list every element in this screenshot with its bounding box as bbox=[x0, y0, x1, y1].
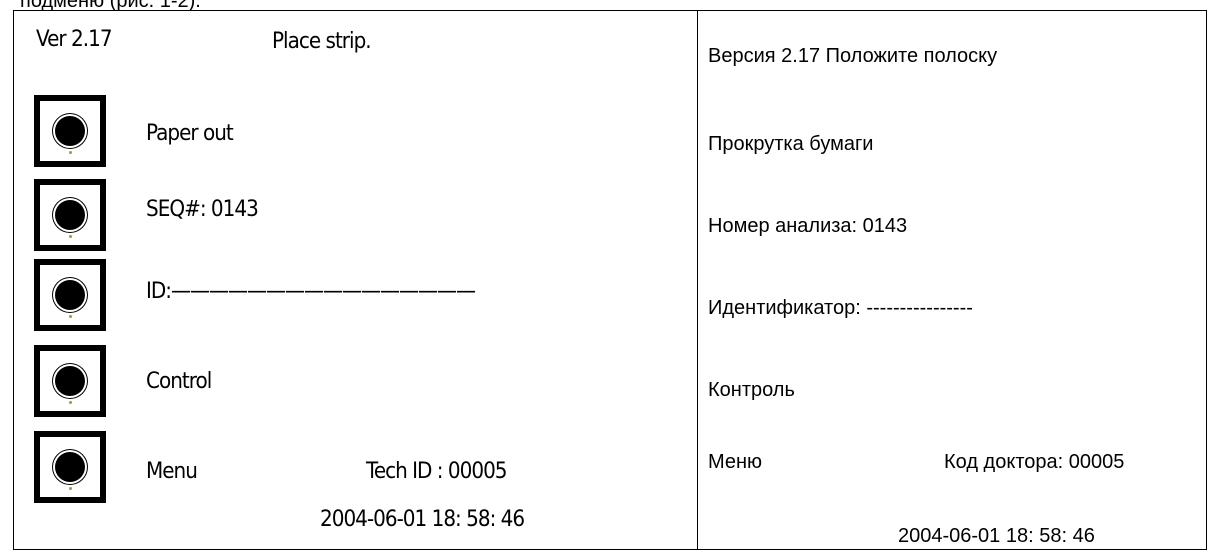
round-button-icon bbox=[55, 200, 85, 230]
button-control[interactable] bbox=[34, 345, 106, 417]
item-id: ID:———————————————— bbox=[146, 277, 476, 304]
ru-line-2: Прокрутка бумаги bbox=[708, 133, 874, 155]
round-button-icon bbox=[55, 366, 85, 396]
tech-id-label: Tech ID : 00005 bbox=[366, 457, 508, 484]
ru-line-5: Контроль bbox=[708, 379, 795, 401]
ru-datetime: 2004-06-01 18: 58: 46 bbox=[898, 525, 1095, 547]
round-button-icon bbox=[55, 452, 85, 482]
datetime-label: 2004-06-01 18: 58: 46 bbox=[320, 505, 525, 532]
item-seq: SEQ#: 0143 bbox=[146, 195, 259, 222]
ru-line-1: Версия 2.17 Положите полоску bbox=[708, 45, 998, 67]
ru-menu: Меню bbox=[708, 451, 763, 473]
version-label: Ver 2.17 bbox=[36, 25, 113, 52]
ru-doctor-code: Код доктора: 00005 bbox=[944, 451, 1125, 473]
item-control: Control bbox=[146, 367, 212, 394]
prompt-label: Place strip. bbox=[272, 27, 372, 54]
button-paper-out[interactable] bbox=[34, 95, 106, 167]
column-divider bbox=[697, 11, 698, 549]
round-button-icon bbox=[55, 280, 85, 310]
ru-line-3: Номер анализа: 0143 bbox=[708, 215, 908, 237]
ru-line-4: Идентификатор: ---------------- bbox=[708, 297, 973, 319]
item-menu: Menu bbox=[146, 457, 198, 484]
figure-table: Ver 2.17 Place strip. Paper out SEQ#: 01… bbox=[13, 10, 1207, 550]
button-menu[interactable] bbox=[34, 431, 106, 503]
button-id[interactable] bbox=[34, 259, 106, 331]
item-paper-out: Paper out bbox=[146, 119, 234, 146]
round-button-icon bbox=[55, 116, 85, 146]
button-seq[interactable] bbox=[34, 179, 106, 251]
